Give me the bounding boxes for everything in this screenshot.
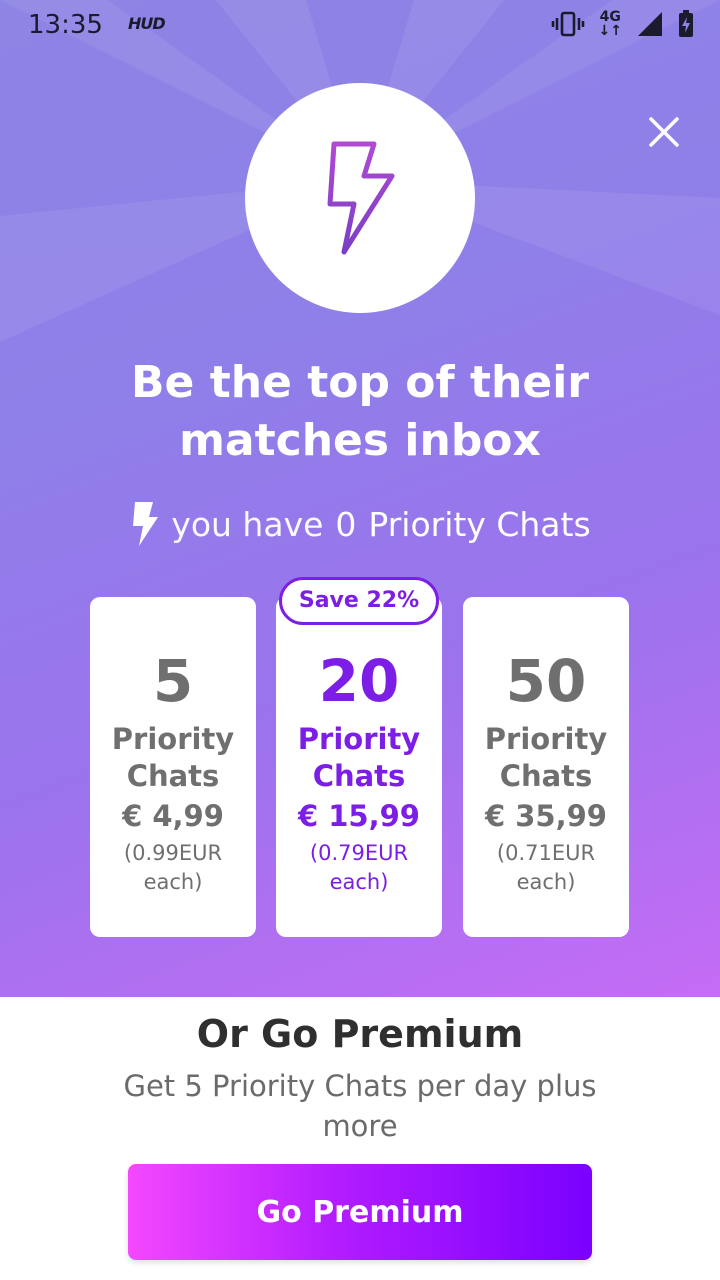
plan-unit: Priority Chats [276, 721, 442, 795]
network-arrows: ↓↑ [598, 23, 622, 39]
plan-each-line-1: (0.79EUR [309, 841, 409, 865]
plan-price: € 15,99 [297, 799, 420, 833]
plan-quantity: 5 [152, 647, 194, 715]
plan-each-line-2: each) [329, 870, 389, 894]
headline-line-2: matches inbox [179, 415, 541, 466]
plan-each-line-1: (0.71EUR [496, 841, 596, 865]
plan-each: (0.99EUR each) [90, 839, 256, 897]
plan-unit-line-1: Priority [297, 722, 421, 756]
signal-icon [638, 12, 662, 36]
plan-cards: 5 Priority Chats € 4,99 (0.99EUR each) 2… [90, 597, 630, 937]
plan-unit-line-1: Priority [484, 722, 608, 756]
status-icons: 4G ↓↑ [551, 10, 694, 38]
plan-unit-line-2: Chats [499, 759, 593, 793]
plan-unit-line-1: Priority [111, 722, 235, 756]
plan-each: (0.79EUR each) [276, 839, 442, 897]
plan-unit: Priority Chats [90, 721, 256, 795]
premium-title: Or Go Premium [196, 1012, 524, 1056]
premium-subtitle: Get 5 Priority Chats per day plus more [123, 1069, 597, 1143]
hud-app-icon: HUD [128, 14, 166, 33]
credits-label: Priority Chats [368, 504, 591, 544]
headline: Be the top of their matches inbox [0, 354, 720, 470]
plan-card-20[interactable]: 20 Priority Chats € 15,99 (0.79EUR each) [276, 597, 442, 937]
credits-lead: you have [171, 504, 324, 544]
plan-each-line-1: (0.99EUR [123, 841, 223, 865]
plan-card-5[interactable]: 5 Priority Chats € 4,99 (0.99EUR each) [90, 597, 256, 937]
battery-icon [679, 10, 693, 37]
lightning-bolt-icon [327, 141, 395, 255]
vibrate-icon [551, 11, 584, 37]
hero-panel: 13:35 HUD 4G ↓↑ Be the top of their matc… [0, 0, 720, 997]
lightning-bolt-small-icon [133, 502, 159, 546]
plan-unit-line-2: Chats [312, 759, 406, 793]
credits-row: you have 0 Priority Chats [0, 500, 720, 548]
plan-each-line-2: each) [516, 870, 576, 894]
plan-unit: Priority Chats [463, 721, 629, 795]
headline-line-1: Be the top of their [131, 357, 589, 408]
plan-price: € 4,99 [122, 799, 224, 833]
status-time: 13:35 [28, 10, 103, 40]
plan-quantity: 20 [318, 647, 400, 715]
save-badge: Save 22% [279, 577, 439, 625]
hero-icon-circle [245, 83, 475, 313]
plan-card-50[interactable]: 50 Priority Chats € 35,99 (0.71EUR each) [463, 597, 629, 937]
plan-price: € 35,99 [484, 799, 607, 833]
go-premium-button[interactable]: Go Premium [128, 1164, 592, 1260]
credits-count: 0 [335, 504, 357, 544]
network-type-label: 4G [599, 9, 621, 25]
plan-each: (0.71EUR each) [463, 839, 629, 897]
status-bar: 13:35 HUD 4G ↓↑ [0, 0, 720, 50]
plan-each-line-2: each) [143, 870, 203, 894]
plan-quantity: 50 [505, 647, 587, 715]
plan-unit-line-2: Chats [126, 759, 220, 793]
close-icon[interactable] [642, 110, 686, 154]
network-4g-icon: 4G ↓↑ [599, 10, 622, 38]
